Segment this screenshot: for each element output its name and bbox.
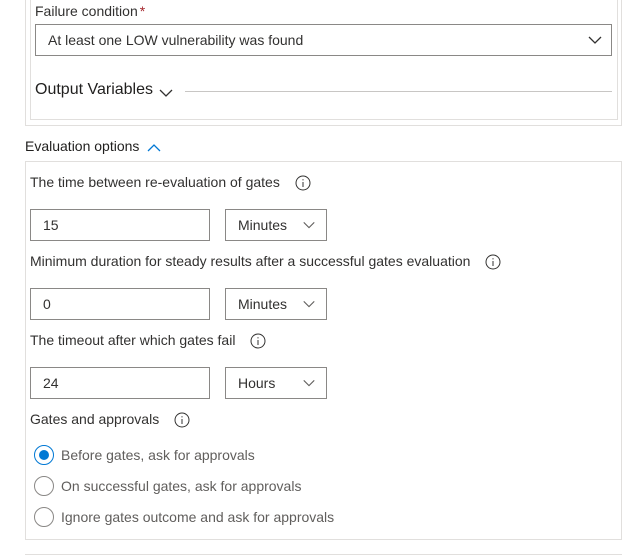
reevaluation-unit: Minutes xyxy=(238,217,288,233)
timeout-input[interactable]: 24 xyxy=(30,367,210,399)
chevron-down-icon xyxy=(588,36,602,44)
steady-duration-unit: Minutes xyxy=(238,296,288,312)
timeout-label: The timeout after which gates fail xyxy=(30,330,266,349)
approval-option-label: On successful gates, ask for approvals xyxy=(61,478,302,494)
info-icon[interactable] xyxy=(174,412,190,428)
approval-option-before-gates[interactable]: Before gates, ask for approvals xyxy=(34,445,255,465)
steady-duration-label: Minimum duration for steady results afte… xyxy=(30,251,501,270)
approval-option-label: Ignore gates outcome and ask for approva… xyxy=(61,509,335,525)
output-variables-divider xyxy=(185,91,612,92)
chevron-up-icon xyxy=(147,144,161,152)
reevaluation-input[interactable]: 15 xyxy=(30,209,210,241)
chevron-down-icon xyxy=(303,221,315,229)
radio-button[interactable] xyxy=(34,507,54,527)
gates-approvals-label: Gates and approvals xyxy=(30,409,190,428)
info-icon[interactable] xyxy=(485,254,501,270)
reevaluation-value: 15 xyxy=(43,217,59,233)
output-variables-label: Output Variables xyxy=(35,81,153,98)
steady-duration-unit-dropdown[interactable]: Minutes xyxy=(225,288,327,320)
failure-condition-value: At least one LOW vulnerability was found xyxy=(48,32,304,48)
radio-button[interactable] xyxy=(34,445,54,465)
failure-condition-dropdown[interactable]: At least one LOW vulnerability was found xyxy=(35,24,612,56)
timeout-unit: Hours xyxy=(238,375,276,391)
reevaluation-unit-dropdown[interactable]: Minutes xyxy=(225,209,327,241)
info-icon[interactable] xyxy=(295,175,311,191)
approval-option-label: Before gates, ask for approvals xyxy=(61,447,255,463)
failure-condition-label: Failure condition * xyxy=(35,3,146,19)
steady-duration-input[interactable]: 0 xyxy=(30,288,210,320)
evaluation-options-label: Evaluation options xyxy=(25,138,140,154)
steady-duration-value: 0 xyxy=(43,296,51,312)
approval-option-on-success[interactable]: On successful gates, ask for approvals xyxy=(34,476,301,496)
radio-button[interactable] xyxy=(34,476,54,496)
info-icon[interactable] xyxy=(250,333,266,349)
approval-option-ignore-gates[interactable]: Ignore gates outcome and ask for approva… xyxy=(34,507,334,527)
evaluation-options-toggle[interactable]: Evaluation options xyxy=(25,136,162,156)
output-variables-toggle[interactable]: Output Variables xyxy=(35,79,174,101)
required-marker: * xyxy=(139,3,146,19)
chevron-down-icon xyxy=(303,300,315,308)
reevaluation-label: The time between re-evaluation of gates xyxy=(30,172,311,191)
chevron-down-icon xyxy=(303,379,315,387)
timeout-unit-dropdown[interactable]: Hours xyxy=(225,367,327,399)
next-section-border xyxy=(25,554,622,555)
chevron-down-icon xyxy=(159,89,173,97)
timeout-value: 24 xyxy=(43,375,59,391)
